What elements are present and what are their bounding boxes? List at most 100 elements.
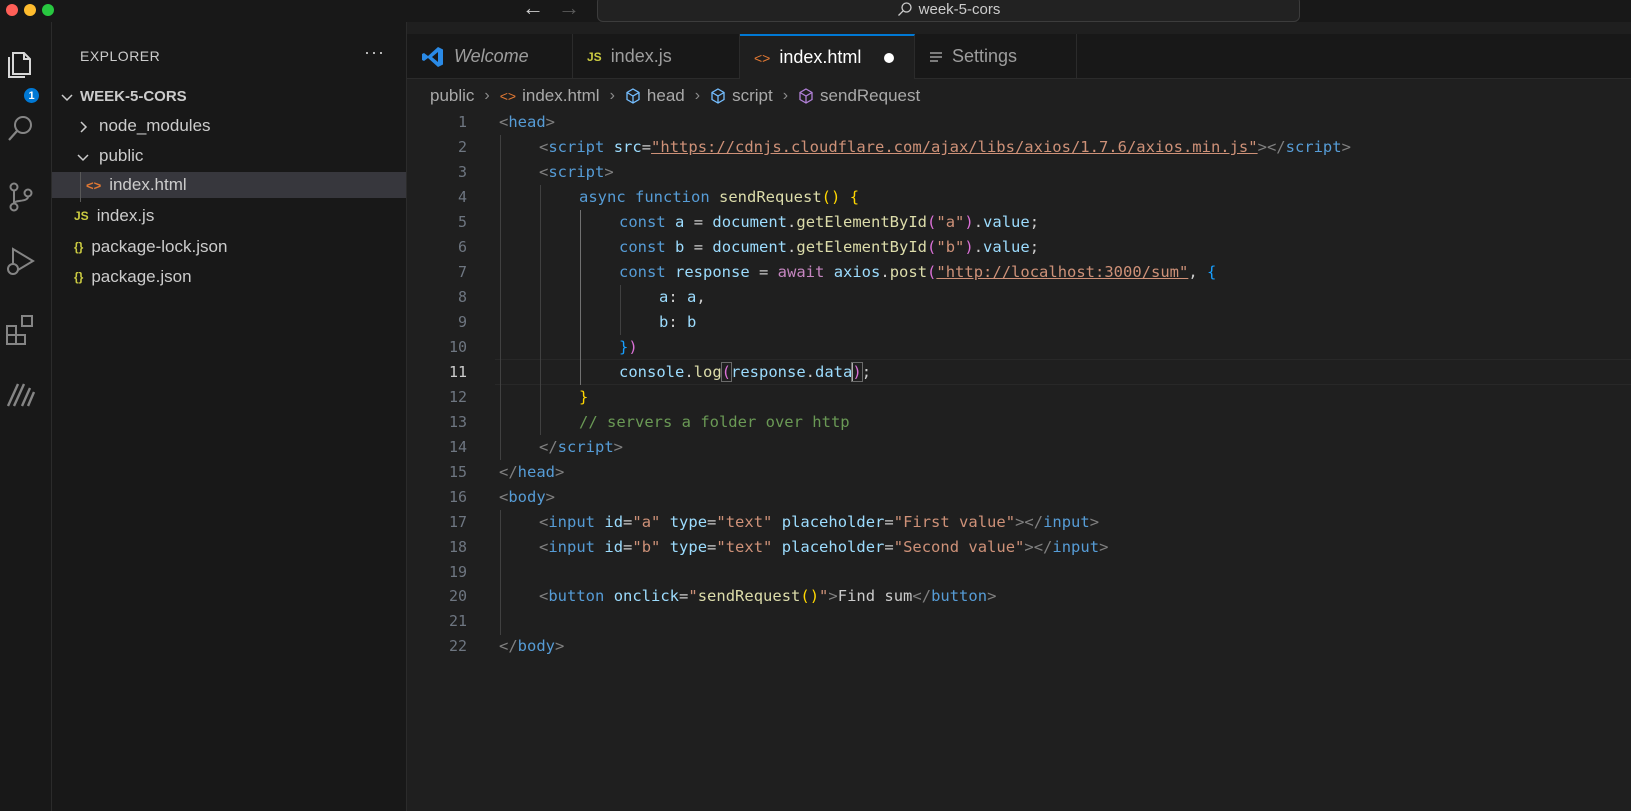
token: < [539, 513, 549, 531]
link-url[interactable]: "http://localhost:3000/sum" [936, 263, 1188, 281]
json-file-icon: {} [74, 270, 84, 284]
code-editor[interactable]: 1 2 3 4 5 6 7 8 9 10 11 12 13 14 15 16 1… [407, 110, 1631, 811]
token: "a" [936, 213, 965, 231]
token: . [973, 213, 984, 231]
code-line-10: }) [619, 335, 638, 360]
tab-index-html[interactable]: <> index.html [740, 34, 915, 79]
token: script [1285, 138, 1342, 156]
indent-guide [580, 210, 581, 385]
code-line-12: } [579, 385, 588, 410]
tree-item-package-json[interactable]: {} package.json [52, 264, 406, 290]
token: ></ [1257, 138, 1286, 156]
tree-item-label: index.js [96, 206, 155, 225]
minimize-window-button[interactable] [24, 4, 36, 16]
chevron-right-icon [76, 119, 90, 133]
token: id [604, 538, 624, 556]
breadcrumb: public › <> index.html › head › script ›… [430, 84, 920, 108]
token: = [641, 138, 652, 156]
token: { [1207, 263, 1217, 281]
token: } [619, 338, 629, 356]
token: ></ [1024, 538, 1053, 556]
token: = [623, 513, 633, 531]
line-number: 3 [457, 163, 467, 181]
token: > [545, 113, 556, 131]
tab-label: Settings [952, 46, 1018, 66]
token: . [787, 213, 797, 231]
token: axios [833, 263, 881, 281]
source-control-icon[interactable] [4, 180, 38, 214]
tree-item-package-lock-json[interactable]: {} package-lock.json [52, 234, 406, 260]
tree-item-node-modules[interactable]: node_modules [52, 113, 406, 139]
indent-guide [500, 510, 501, 635]
close-window-button[interactable] [6, 4, 18, 16]
token: document [712, 213, 788, 231]
token: . [684, 363, 694, 381]
tree-item-index-html[interactable]: <> index.html [52, 172, 406, 198]
run-debug-icon[interactable] [4, 244, 38, 278]
token: src [613, 138, 642, 156]
code-line-5: const a = document.getElementById("a").v… [619, 210, 1039, 235]
tree-item-label: public [99, 146, 144, 165]
arrow-right-icon[interactable]: → [558, 0, 580, 19]
token: > [555, 637, 565, 655]
indent-guide [500, 135, 501, 460]
token: = [679, 587, 689, 605]
code-line-6: const b = document.getElementById("b").v… [619, 235, 1039, 260]
token: = [684, 238, 713, 256]
tab-index-js[interactable]: JS index.js [573, 34, 740, 79]
breadcrumb-file[interactable]: index.html [522, 86, 599, 106]
breadcrumb-function[interactable]: sendRequest [820, 86, 920, 106]
tab-welcome[interactable]: Welcome [407, 34, 573, 79]
token: < [539, 138, 549, 156]
breadcrumb-script[interactable]: script [732, 86, 773, 106]
token: } [579, 388, 589, 406]
line-number: 18 [448, 538, 467, 556]
link-url[interactable]: "https://cdnjs.cloudflare.com/ajax/libs/… [651, 138, 1258, 156]
token: ( [821, 188, 832, 206]
files-icon[interactable] [4, 47, 38, 81]
tree-item-label: package.json [91, 267, 192, 286]
command-center-search[interactable]: week-5-cors [597, 0, 1300, 22]
code-line-16: <body> [499, 485, 555, 510]
search-icon[interactable] [4, 112, 38, 146]
token: const [619, 238, 666, 256]
token: ; [1029, 213, 1040, 231]
token: placeholder [781, 513, 885, 531]
more-actions-icon[interactable]: ··· [364, 42, 385, 63]
token: { [849, 188, 860, 206]
maximize-window-button[interactable] [42, 4, 54, 16]
element-cube-icon [626, 88, 640, 104]
token: async [579, 188, 626, 206]
token: input [1043, 513, 1090, 531]
extensions-icon[interactable] [4, 312, 38, 346]
tab-settings[interactable]: Settings [915, 34, 1077, 79]
tab-label: Welcome [454, 46, 529, 66]
unsaved-dot-icon[interactable] [884, 52, 895, 63]
custom-extension-icon[interactable] [4, 378, 38, 412]
vscode-logo-icon [422, 46, 443, 67]
token: = [707, 513, 717, 531]
token: Find sum [837, 587, 913, 605]
root-folder[interactable]: WEEK-5-CORS [52, 83, 406, 109]
line-number: 1 [457, 113, 467, 131]
tree-item-public[interactable]: public [52, 143, 406, 169]
token: < [539, 587, 549, 605]
code-line-11: console.log(response.data); [619, 360, 871, 385]
token: const [619, 213, 666, 231]
tree-item-index-js[interactable]: JS index.js [52, 203, 406, 229]
token: < [539, 163, 549, 181]
token: script [557, 438, 614, 456]
breadcrumb-head[interactable]: head [647, 86, 685, 106]
token: > [604, 163, 614, 181]
token: body [517, 637, 555, 655]
line-number: 17 [448, 513, 467, 531]
token: > [987, 587, 997, 605]
token: placeholder [781, 538, 885, 556]
breadcrumb-folder[interactable]: public [430, 86, 474, 106]
arrow-left-icon[interactable]: ← [522, 0, 544, 19]
chevron-right-icon: › [609, 87, 615, 104]
token: head [508, 113, 546, 131]
